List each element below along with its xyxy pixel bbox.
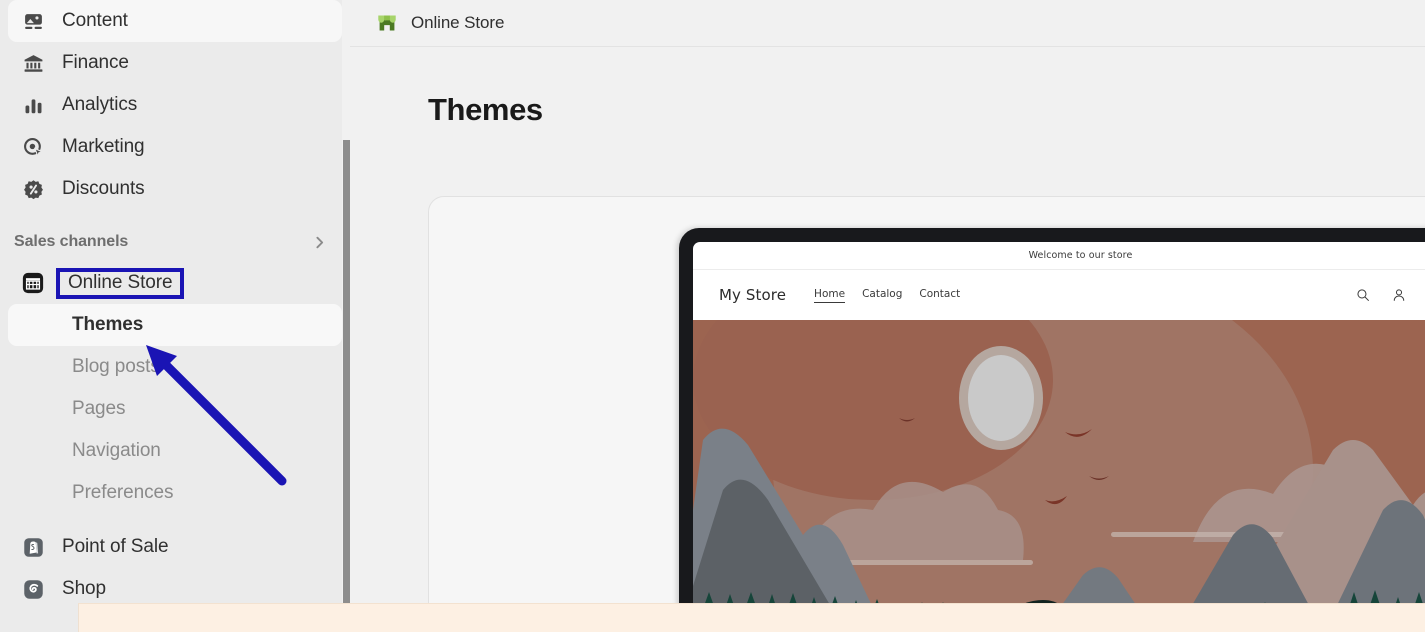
sidebar-item-analytics[interactable]: Analytics — [8, 84, 342, 126]
sidebar-item-marketing[interactable]: Marketing — [8, 126, 342, 168]
primary-sidebar: Content Finance Analytics Marketing Disc… — [0, 0, 350, 632]
sidebar-section-label: Sales channels — [14, 233, 129, 250]
storefront-nav-links: Home Catalog Contact — [814, 288, 960, 303]
sidebar-item-point-of-sale[interactable]: Point of Sale — [8, 526, 342, 568]
sidebar-item-blog-posts[interactable]: Blog posts — [8, 346, 342, 388]
target-cursor-icon — [22, 136, 44, 158]
storefront-icon — [22, 272, 44, 294]
hero-illustration — [693, 320, 1425, 632]
sidebar-scrollbar-track[interactable] — [342, 0, 350, 632]
device-preview-frame: Welcome to our store My Store Home Catal… — [679, 228, 1425, 632]
annotation-highlight-box: Online Store — [56, 267, 185, 299]
sidebar-item-navigation[interactable]: Navigation — [8, 430, 342, 472]
main-content-area: Online Store Themes Welcome to our store… — [350, 0, 1425, 632]
nav-link-catalog[interactable]: Catalog — [862, 288, 902, 302]
sidebar-item-label: Themes — [72, 314, 144, 335]
context-topbar: Online Store — [350, 0, 1425, 47]
nav-link-contact[interactable]: Contact — [919, 288, 960, 302]
bank-icon — [22, 52, 44, 74]
shopify-bag-icon — [22, 536, 44, 558]
sidebar-item-finance[interactable]: Finance — [8, 42, 342, 84]
sidebar-item-label: Point of Sale — [62, 536, 169, 557]
sidebar-item-online-store[interactable]: Online Store — [8, 262, 342, 304]
search-icon[interactable] — [1356, 288, 1370, 302]
store-brand-name[interactable]: My Store — [719, 286, 786, 304]
shop-app-icon — [22, 578, 44, 600]
discount-badge-icon — [22, 178, 44, 200]
sidebar-item-label: Navigation — [72, 440, 161, 461]
green-storefront-icon — [375, 11, 399, 35]
sidebar-item-label: Shop — [62, 578, 106, 599]
sidebar-item-discounts[interactable]: Discounts — [8, 168, 342, 210]
sidebar-section-sales-channels[interactable]: Sales channels — [8, 222, 342, 262]
sidebar-item-label: Marketing — [62, 136, 145, 157]
page-title: Themes — [428, 92, 543, 127]
chevron-right-icon[interactable] — [311, 234, 328, 251]
theme-card: Welcome to our store My Store Home Catal… — [428, 196, 1425, 632]
sidebar-item-label: Online Store — [68, 271, 173, 293]
sidebar-item-pages[interactable]: Pages — [8, 388, 342, 430]
sidebar-item-label: Blog posts — [72, 356, 160, 377]
topbar-title: Online Store — [411, 13, 505, 32]
sidebar-item-label: Discounts — [62, 178, 145, 199]
sidebar-item-label: Analytics — [62, 94, 138, 115]
sidebar-scrollbar-thumb[interactable] — [343, 140, 350, 632]
shopify-admin-screen: Content Finance Analytics Marketing Disc… — [0, 0, 1425, 632]
bar-chart-icon — [22, 94, 44, 116]
sidebar-item-label: Pages — [72, 398, 126, 419]
sidebar-item-preferences[interactable]: Preferences — [8, 472, 342, 514]
storefront-header: My Store Home Catalog Contact — [693, 270, 1425, 320]
announcement-bar: Welcome to our store — [693, 242, 1425, 270]
sidebar-item-content[interactable]: Content — [8, 0, 342, 42]
nav-link-home[interactable]: Home — [814, 288, 846, 303]
storefront-utility-icons — [1356, 288, 1425, 303]
sidebar-item-label: Preferences — [72, 482, 174, 503]
announcement-text: Welcome to our store — [1028, 250, 1133, 261]
sidebar-item-themes[interactable]: Themes — [8, 304, 342, 346]
storefront-preview[interactable]: Welcome to our store My Store Home Catal… — [693, 242, 1425, 632]
image-icon — [22, 10, 44, 32]
sidebar-item-label: Content — [62, 10, 128, 31]
account-icon[interactable] — [1392, 288, 1406, 302]
sidebar-item-label: Finance — [62, 52, 129, 73]
bottom-notice-banner — [78, 603, 1425, 632]
